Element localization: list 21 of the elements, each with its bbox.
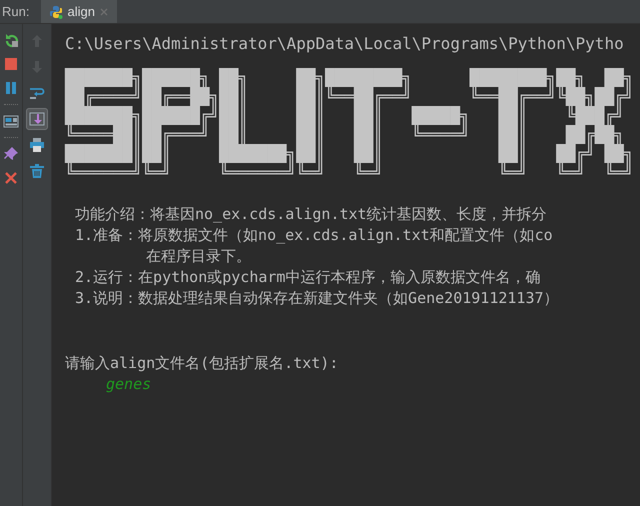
ascii-art-banner-text: ███████╗██████╗ ██╗ ██╗████████╗ ████████╗██╗ ██╗ ██╔════╝██╔══██╗██║ ██║╚══██╔══╝ ╚══██╔══╝╚██╗██╔╝ ███████╗██████╔╝██║ ██║ ██║ █████╗ ██║ ╚███╔╝ ╚════██║██╔═══╝ ██║ ██║ ██║ ╚════╝ ██║ ██╔██╗ ███████║██║ ███████╗██║ ██║ ██║ ██╔╝ ██╗ ╚══════╝╚═╝ ╚══════╝╚═╝ ╚═╝ ╚═╝ ╚═╝ ╚═╝ [65,68,634,182]
stop-icon[interactable] [3,56,19,72]
python-icon [49,4,64,18]
printer-icon[interactable] [29,137,45,153]
pin-icon[interactable] [3,146,19,162]
close-icon[interactable] [3,170,19,186]
console-line: 功能介绍：将基因no_ex.cds.align.txt统计基因数、长度，并拆分 [74,204,548,225]
run-tab[interactable]: align [41,0,117,23]
pause-icon[interactable] [3,80,19,96]
console-line: 1.准备：将原数据文件（如no_ex.cds.align.txt和配置文件（如co [74,225,554,246]
rerun-icon[interactable] [3,32,19,48]
console-line: 3.说明：数据处理结果自动保存在新建文件夹（如Gene20191121137） [74,288,560,309]
console-line: 在程序目录下。 [145,246,252,267]
run-label: Run: [1,3,30,21]
console-path: C:\Users\Administrator\AppData\Local\Programs\Python\Pytho [65,34,625,54]
soft-wrap-icon[interactable] [29,85,45,101]
console-line: 2.运行：在python或pycharm中运行本程序，输入原数据文件名，确 [74,267,542,288]
layout-icon[interactable] [3,113,19,129]
input-prompt: 请输入align文件名(包括扩展名.txt): [65,353,340,374]
trash-icon[interactable] [29,163,45,179]
typed-input-text: genes [105,374,152,395]
